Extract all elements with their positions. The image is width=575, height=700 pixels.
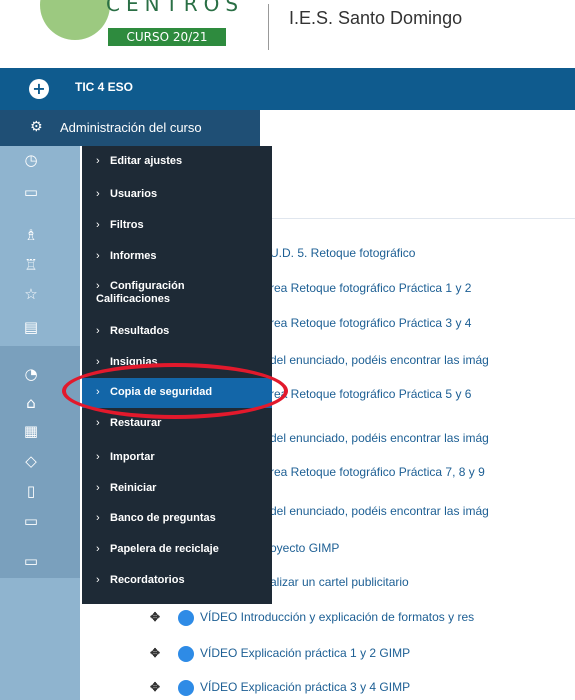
chevron-right-icon: › [96,356,100,368]
book-icon[interactable]: ▤ [18,318,44,336]
chevron-right-icon: › [96,574,100,586]
logo-word: CENTROS [106,0,245,16]
menu-item-label: Configuración Calificaciones [96,280,185,305]
plus-icon[interactable]: + [29,79,49,99]
menu-item-filtros[interactable]: › Filtros [96,219,144,231]
video-icon [178,680,194,696]
content-divider [238,218,575,219]
menu-item-recordatorios[interactable]: › Recordatorios [96,574,185,586]
move-icon[interactable]: ✥ [150,680,166,694]
menu-item-calificaciones[interactable]: › Configuración Calificaciones [96,280,246,306]
admin-label[interactable]: Administración del curso [60,120,202,135]
activity-link[interactable]: rea Retoque fotográfico Práctica 7, 8 y … [270,465,485,479]
menu-item-papelera[interactable]: › Papelera de reciclaje [96,543,219,555]
folder-icon[interactable]: ▭ [18,183,44,201]
dashboard-icon[interactable]: ◔ [18,365,44,383]
move-icon[interactable]: ✥ [150,610,166,624]
menu-item-label: Editar ajustes [110,155,183,167]
video-link[interactable]: VÍDEO Explicación práctica 1 y 2 GIMP [200,646,410,660]
menu-item-reiniciar[interactable]: › Reiniciar [96,482,156,494]
menu-item-editar-ajustes[interactable]: › Editar ajustes [96,155,182,167]
menu-item-resultados[interactable]: › Resultados [96,325,169,337]
activity-text: del enunciado, podéis encontrar las imág [270,353,489,367]
menu-item-label: Papelera de reciclaje [110,543,219,555]
chevron-right-icon: › [96,451,100,463]
activity-text: del enunciado, podéis encontrar las imág [270,504,489,518]
chevron-right-icon: › [96,325,100,337]
course-title[interactable]: TIC 4 ESO [75,80,133,94]
chevron-right-icon: › [96,188,100,200]
cap-icon[interactable]: ◇ [18,452,44,470]
chevron-right-icon: › [96,482,100,494]
chevron-right-icon: › [96,512,100,524]
move-icon[interactable]: ✥ [150,646,166,660]
menu-item-informes[interactable]: › Informes [96,250,156,262]
menu-item-usuarios[interactable]: › Usuarios [96,188,157,200]
folder3-icon[interactable]: ▭ [18,552,44,570]
video-icon [178,610,194,626]
menu-item-label: Restaurar [110,417,162,429]
chevron-right-icon: › [96,417,100,429]
activity-text: del enunciado, podéis encontrar las imág [270,431,489,445]
gears-icon: ⚙ [30,119,43,135]
menu-item-label: Recordatorios [110,574,185,586]
folder2-icon[interactable]: ▭ [18,512,44,530]
activity-link[interactable]: U.D. 5. Retoque fotográfico [270,246,415,260]
video-link[interactable]: VÍDEO Introducción y explicación de form… [200,610,474,624]
video-row[interactable]: ✥ VÍDEO Explicación práctica 1 y 2 GIMP [150,646,410,662]
logo-icon [40,0,110,40]
chevron-right-icon: › [96,155,100,167]
highlight-ring-annotation [62,363,288,419]
menu-item-label: Resultados [110,325,170,337]
video-row[interactable]: ✥ VÍDEO Explicación práctica 3 y 4 GIMP [150,680,410,696]
home-icon[interactable]: ⌂ [18,394,44,412]
activity-link[interactable]: oyecto GIMP [270,541,339,555]
activity-link[interactable]: rea Retoque fotográfico Práctica 1 y 2 [270,281,471,295]
chevron-right-icon: › [96,250,100,262]
menu-item-importar[interactable]: › Importar [96,451,155,463]
files-icon[interactable]: ▯ [18,482,44,500]
menu-item-label: Importar [110,451,155,463]
calendar-icon[interactable]: ▦ [18,422,44,440]
top-header: CENTROS CURSO 20/21 I.E.S. Santo Domingo [0,0,575,68]
menu-item-restaurar[interactable]: › Restaurar [96,417,161,429]
menu-item-label: Informes [110,250,157,262]
star-icon[interactable]: ☆ [18,285,44,303]
activity-link[interactable]: rea Retoque fotográfico Práctica 3 y 4 [270,316,471,330]
users-icon[interactable]: ♗ [18,226,44,244]
chevron-right-icon: › [96,543,100,555]
chevron-right-icon: › [96,219,100,231]
video-link[interactable]: VÍDEO Explicación práctica 3 y 4 GIMP [200,680,410,694]
activity-link[interactable]: rea Retoque fotográfico Práctica 5 y 6 [270,387,471,401]
menu-item-banco-preguntas[interactable]: › Banco de preguntas [96,512,216,524]
video-row[interactable]: ✥ VÍDEO Introducción y explicación de for… [150,610,474,626]
school-name[interactable]: I.E.S. Santo Domingo [289,8,462,29]
activity-link[interactable]: alizar un cartel publicitario [270,575,409,589]
menu-item-label: Banco de preguntas [110,512,216,524]
menu-item-label: Usuarios [110,188,158,200]
chevron-right-icon: › [96,280,100,292]
menu-item-label: Filtros [110,219,144,231]
logo-badge: CURSO 20/21 [108,28,226,46]
clock-icon[interactable]: ◷ [18,151,44,169]
menu-item-label: Reiniciar [110,482,157,494]
video-icon [178,646,194,662]
header-divider [268,4,269,50]
award-icon[interactable]: ♖ [18,256,44,274]
